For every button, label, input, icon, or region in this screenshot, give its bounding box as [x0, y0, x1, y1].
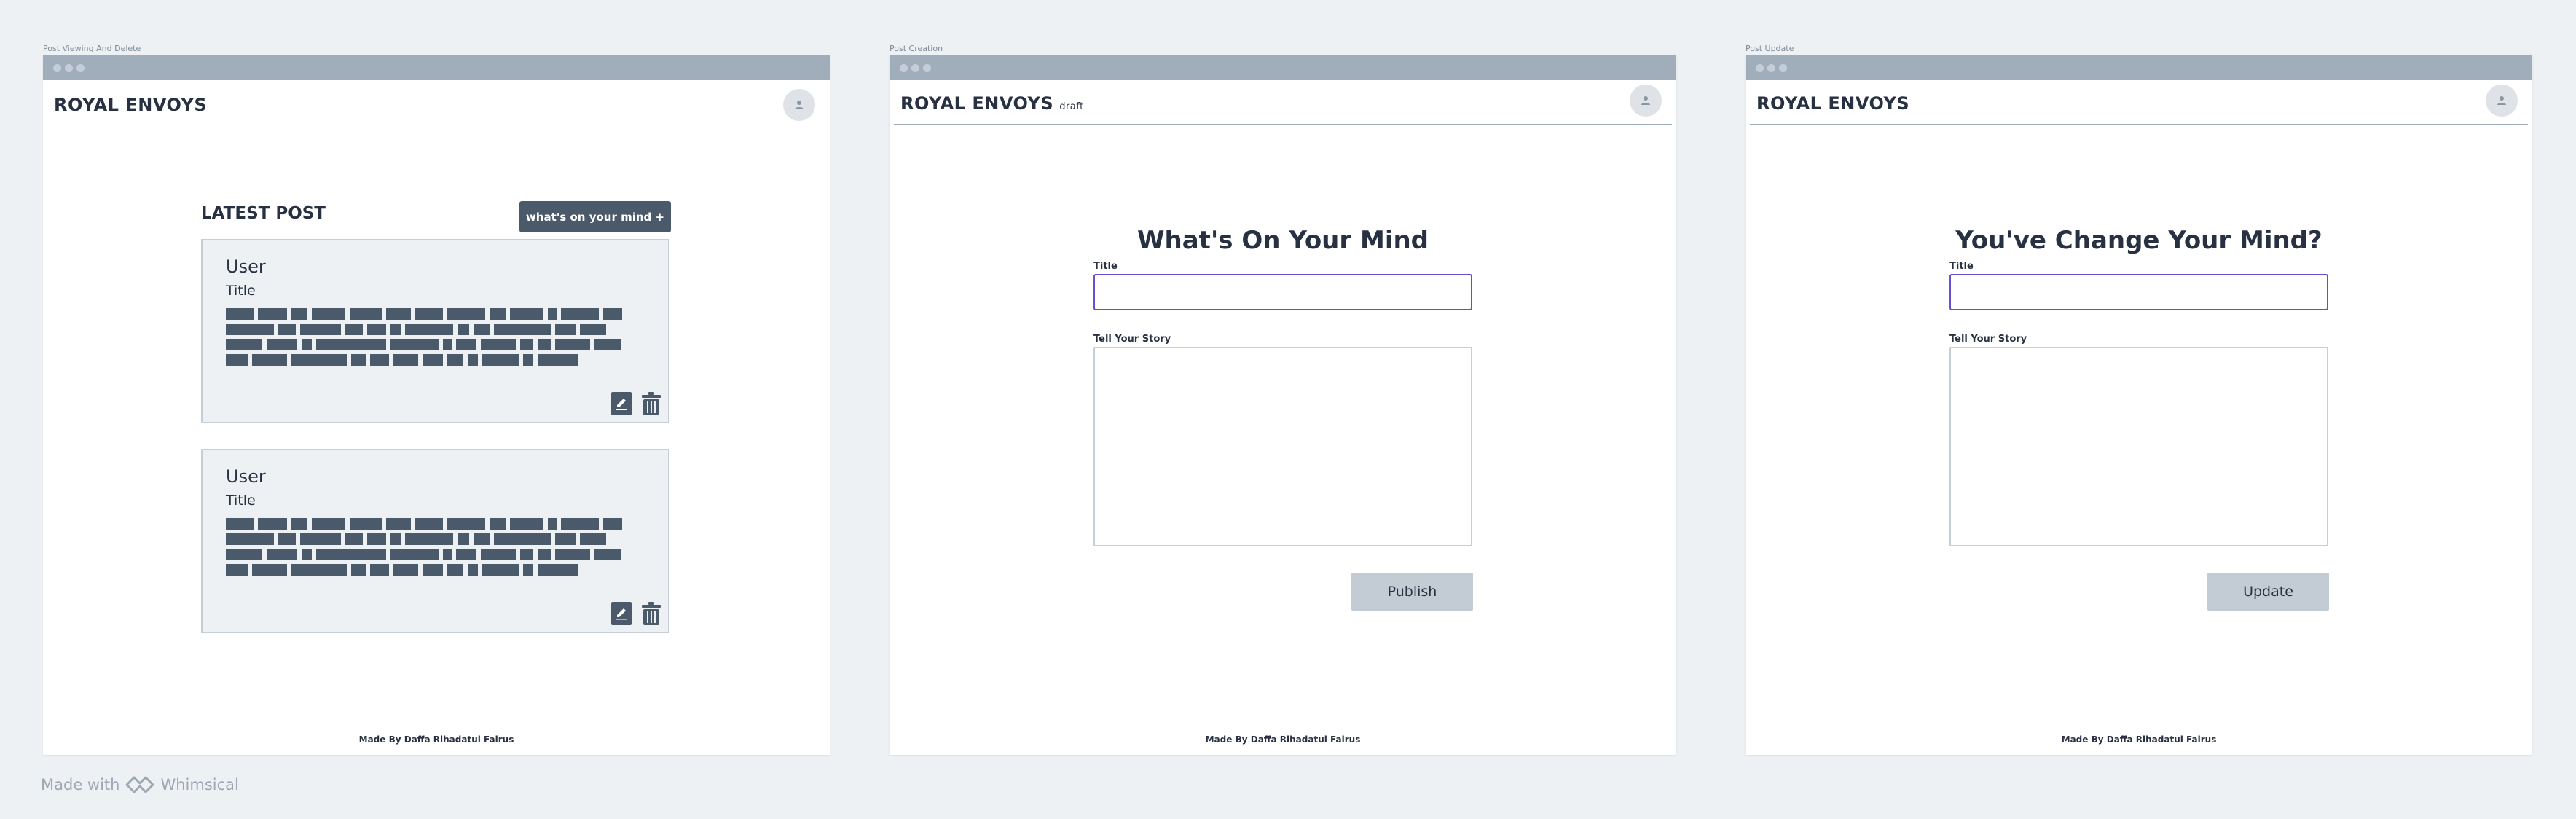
whats-on-your-mind-button[interactable]: what's on your mind + — [519, 201, 671, 232]
window-dot — [65, 63, 73, 72]
user-avatar-icon[interactable] — [1630, 85, 1662, 117]
window-dot — [1767, 63, 1775, 72]
browser-titlebar — [890, 55, 1676, 80]
whimsical-brand: Whimsical — [160, 776, 239, 793]
story-textarea[interactable] — [1093, 347, 1472, 546]
header-divider — [1750, 124, 2528, 125]
title-input[interactable] — [1949, 274, 2328, 310]
pencil-edit-icon[interactable] — [611, 392, 632, 415]
title-label: Title — [1949, 261, 1974, 272]
title-input[interactable] — [1093, 274, 1472, 310]
draft-badge: draft — [1059, 101, 1084, 112]
story-label: Tell Your Story — [1093, 334, 1171, 345]
frame-label: Post Update — [1746, 44, 1794, 53]
publish-button[interactable]: Publish — [1351, 573, 1473, 611]
post-body-placeholder — [226, 518, 637, 579]
browser-titlebar — [1746, 55, 2532, 80]
post-viewing-frame: ROYAL ENVOYS LATEST POST what's on your … — [43, 55, 830, 755]
post-title: Title — [226, 493, 256, 509]
post-card[interactable]: User Title — [201, 239, 669, 423]
section-title: LATEST POST — [201, 204, 326, 223]
title-label: Title — [1093, 261, 1118, 272]
made-with-text: Made with — [41, 776, 120, 793]
user-avatar-icon[interactable] — [2486, 85, 2518, 117]
window-dot — [53, 63, 61, 72]
app-header: ROYAL ENVOYS — [43, 80, 830, 135]
page-title: What's On Your Mind — [1136, 226, 1429, 255]
page-footer: Made By Daffa Rihadatul Fairus — [358, 734, 514, 745]
post-actions — [611, 601, 662, 626]
post-actions — [611, 391, 662, 416]
page-title: You've Change Your Mind? — [1955, 226, 2322, 255]
app-header: ROYAL ENVOYS draft — [890, 80, 1676, 135]
brand-name[interactable]: ROYAL ENVOYS — [900, 93, 1053, 114]
brand-logo[interactable]: ROYAL ENVOYS draft — [900, 93, 1084, 114]
post-user[interactable]: User — [226, 466, 266, 487]
whimsical-logo-icon — [125, 775, 154, 795]
app-header: ROYAL ENVOYS — [1746, 80, 2532, 135]
post-creation-frame: ROYAL ENVOYS draft What's On Your Mind Ti… — [890, 55, 1676, 755]
header-divider — [894, 124, 1672, 125]
window-dot — [900, 63, 908, 72]
story-textarea[interactable] — [1949, 347, 2328, 546]
update-button[interactable]: Update — [2207, 573, 2329, 611]
post-body-placeholder — [226, 308, 637, 369]
post-title: Title — [226, 283, 256, 299]
frame-label: Post Viewing And Delete — [43, 44, 141, 53]
page-footer: Made By Daffa Rihadatul Fairus — [1205, 734, 1361, 745]
brand-logo[interactable]: ROYAL ENVOYS — [1756, 93, 1909, 114]
page-footer: Made By Daffa Rihadatul Fairus — [2061, 734, 2217, 745]
frame-label: Post Creation — [890, 44, 943, 53]
post-user[interactable]: User — [226, 256, 266, 277]
brand-logo[interactable]: ROYAL ENVOYS — [54, 95, 207, 115]
user-avatar-icon[interactable] — [783, 89, 815, 121]
post-card[interactable]: User Title — [201, 449, 669, 633]
window-dot — [911, 63, 919, 72]
window-dot — [923, 63, 931, 72]
window-dot — [76, 63, 85, 72]
window-dot — [1756, 63, 1764, 72]
made-with-whimsical[interactable]: Made with Whimsical — [41, 775, 239, 795]
post-update-frame: ROYAL ENVOYS You've Change Your Mind? Ti… — [1746, 55, 2532, 755]
trash-icon[interactable] — [640, 601, 662, 626]
pencil-edit-icon[interactable] — [611, 602, 632, 625]
browser-titlebar — [43, 55, 830, 80]
trash-icon[interactable] — [640, 391, 662, 416]
window-dot — [1779, 63, 1787, 72]
story-label: Tell Your Story — [1949, 334, 2027, 345]
